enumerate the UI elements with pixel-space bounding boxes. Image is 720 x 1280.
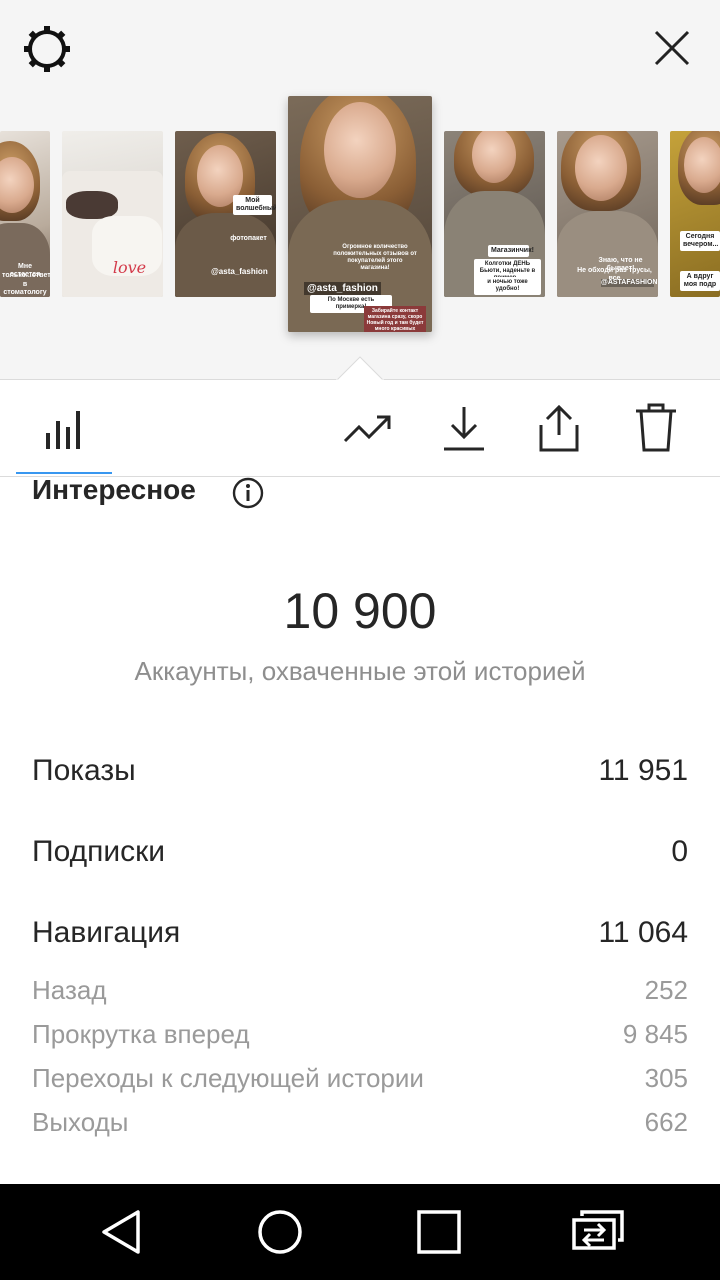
story-caption: @ASTAFASHION (601, 279, 658, 287)
story-caption: в стоматологу (3, 281, 47, 296)
story-caption: и ночью тоже удобно! (474, 277, 541, 295)
navigation-label: Назад (32, 975, 107, 1005)
download-icon[interactable] (442, 405, 486, 453)
navigation-value: 305 (644, 1063, 688, 1093)
navigation-row-next-story: Переходы к следующей истории 305 (32, 1063, 688, 1094)
story-thumbnail[interactable]: Мне остается только...ответить в стомато… (0, 131, 50, 297)
navigation-row-forward: Прокрутка вперед 9 845 (32, 1019, 688, 1050)
story-caption: Забирайте контакт магазина сразу, скоро … (364, 306, 426, 332)
navigation-row-back: Назад 252 (32, 975, 688, 1006)
story-strip: Мне остается только...ответить в стомато… (0, 0, 720, 381)
back-triangle-icon[interactable] (96, 1204, 152, 1260)
navigation-value: 662 (644, 1107, 688, 1137)
story-caption: фотопакет (230, 235, 267, 242)
trash-icon[interactable] (634, 403, 678, 453)
metric-label: Показы (32, 754, 136, 787)
navigation-label: Выходы (32, 1107, 129, 1137)
story-thumbnail[interactable]: Магазинчик! Колготки ДЕНЬ Бьюти, наденьт… (444, 131, 545, 297)
reach-caption: Аккаунты, охваченные этой историей (134, 656, 586, 686)
metric-label: Навигация (32, 916, 181, 949)
navigation-value: 9 845 (622, 1019, 688, 1049)
info-icon[interactable] (232, 477, 264, 509)
share-icon[interactable] (537, 403, 581, 453)
trending-up-icon[interactable] (343, 411, 393, 447)
system-navigation-bar (0, 1184, 720, 1280)
story-caption: Мой волшебный (233, 195, 276, 215)
story-caption: только...ответить (2, 272, 50, 279)
story-thumbnail[interactable]: Знаю, что не бывает! Не обходи раз трусы… (557, 131, 658, 297)
metric-value: 11 064 (598, 916, 688, 949)
switch-app-icon[interactable] (570, 1204, 626, 1260)
story-caption: Магазинчик! (488, 245, 534, 257)
story-actions-bar (0, 381, 720, 477)
section-title: Интересное (32, 474, 196, 505)
story-thumbnail[interactable]: Мой волшебный фотопакет @asta_fashion (175, 131, 276, 297)
story-caption: @asta_fashion (211, 267, 268, 276)
metric-row-impressions: Показы 11 951 (32, 754, 688, 788)
story-caption: Огромное количество положительных отзыво… (333, 244, 417, 271)
metric-value: 0 (671, 835, 688, 868)
story-thumbnail-selected[interactable]: Огромное количество положительных отзыво… (288, 96, 432, 332)
home-circle-icon[interactable] (252, 1204, 308, 1260)
reach-value: 10 900 (283, 583, 437, 639)
metric-row-follows: Подписки 0 (32, 835, 688, 869)
story-caption: @asta_fashion (304, 282, 381, 295)
close-icon[interactable] (650, 26, 694, 70)
navigation-label: Прокрутка вперед (32, 1019, 250, 1049)
story-thumbnail[interactable]: Сегодня вечером... А вдруг моя подр (670, 131, 720, 297)
metric-row-navigation: Навигация 11 064 (32, 916, 688, 950)
story-caption: love (112, 258, 147, 277)
gear-icon[interactable] (22, 24, 72, 74)
metric-label: Подписки (32, 835, 165, 868)
story-caption: Сегодня вечером... (680, 231, 720, 251)
selected-story-pointer (336, 356, 384, 381)
navigation-value: 252 (644, 975, 688, 1005)
story-caption: А вдруг моя подр (680, 271, 720, 291)
story-thumbnail[interactable]: love (62, 131, 163, 297)
navigation-row-exits: Выходы 662 (32, 1107, 688, 1138)
metric-value: 11 951 (598, 754, 688, 787)
recents-square-icon[interactable] (411, 1204, 467, 1260)
navigation-label: Переходы к следующей истории (32, 1063, 424, 1093)
bar-chart-icon[interactable] (44, 407, 84, 451)
